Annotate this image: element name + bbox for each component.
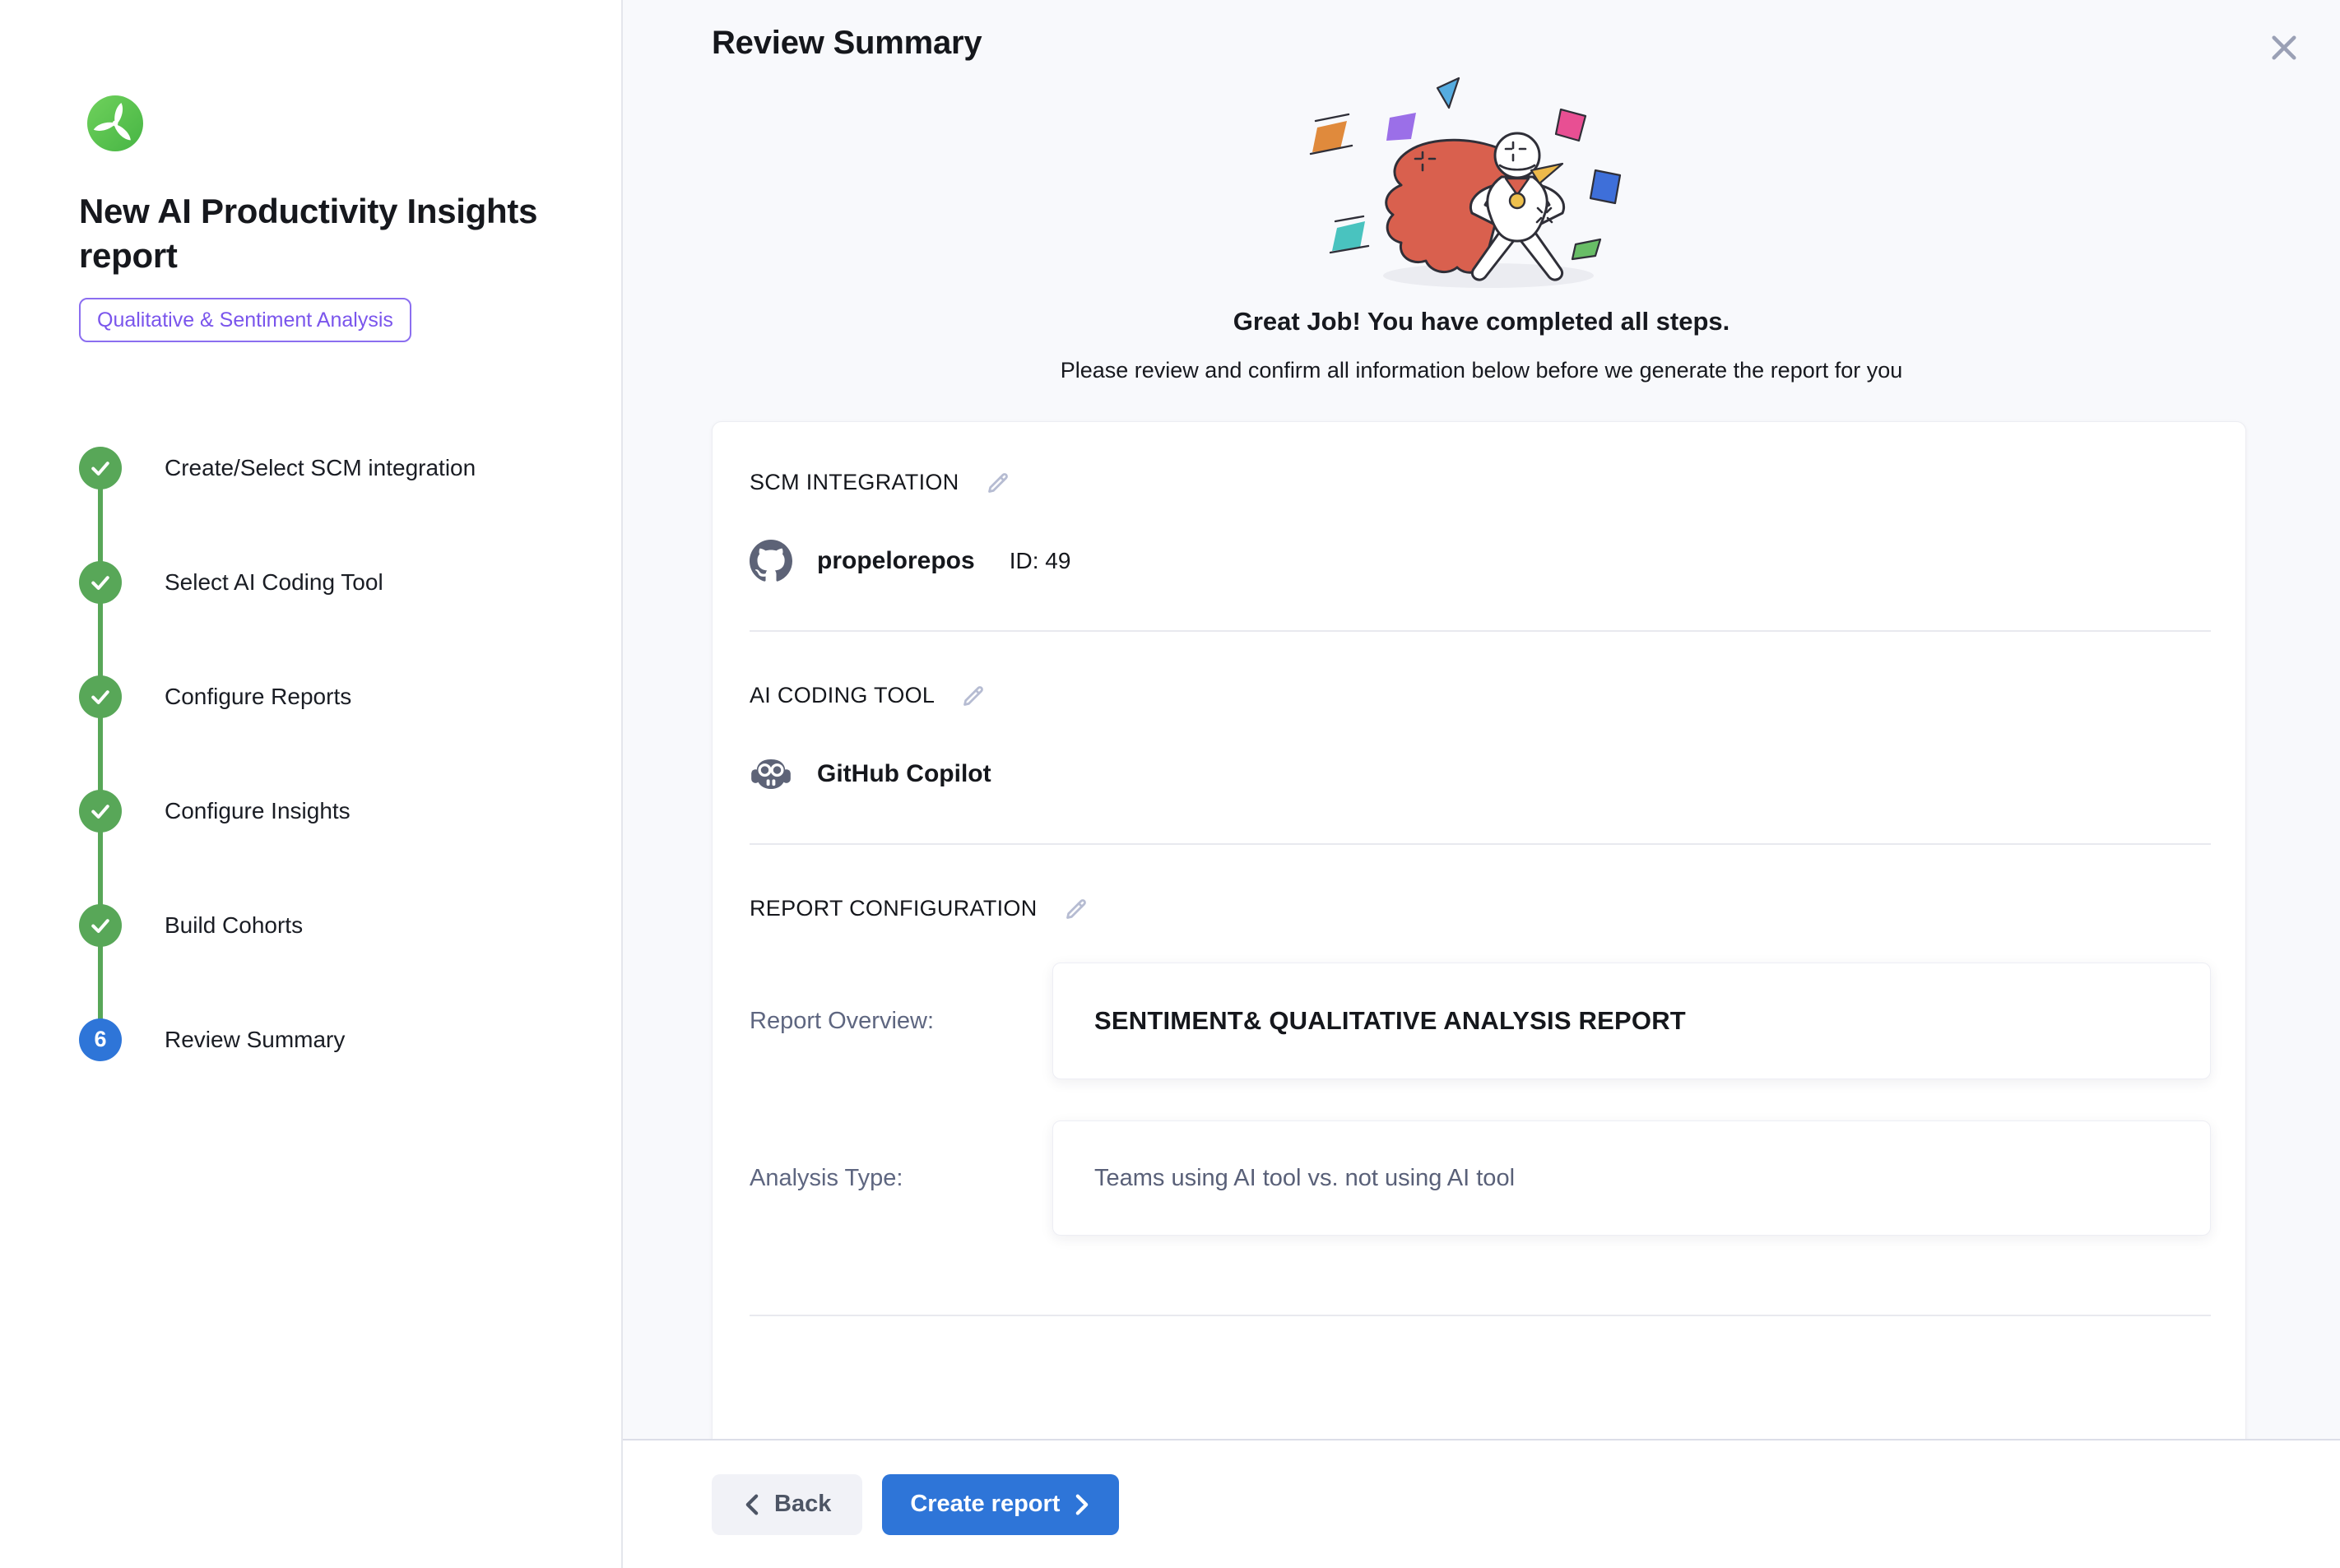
summary-card: SCM INTEGRATION propelorepos ID: 49: [712, 421, 2246, 1439]
step-number-badge: 6: [79, 1018, 122, 1061]
report-configuration-section-header: REPORT CONFIGURATION: [750, 896, 2211, 921]
github-icon: [750, 540, 792, 582]
scm-integration-name: propelorepos: [817, 547, 975, 575]
section-divider: [750, 1315, 2211, 1316]
app-window: New AI Productivity Insights report Qual…: [0, 0, 2340, 1568]
step-label: Create/Select SCM integration: [165, 455, 476, 481]
review-summary-scroll-area: Review Summary: [623, 0, 2340, 1439]
scm-integration-section-header: SCM INTEGRATION: [750, 470, 2211, 495]
chevron-right-icon: [1073, 1494, 1091, 1515]
ai-coding-tool-name: GitHub Copilot: [817, 760, 991, 788]
github-copilot-icon: [750, 753, 792, 796]
report-overview-value: SENTIMENT& QUALITATIVE ANALYSIS REPORT: [1094, 1006, 1686, 1036]
step-done-check-icon: [79, 675, 122, 718]
report-title: New AI Productivity Insights report: [79, 189, 540, 278]
completion-subheading: Please review and confirm all informatio…: [623, 358, 2340, 383]
edit-ai-coding-tool-icon[interactable]: [961, 684, 986, 708]
report-type-badge: Qualitative & Sentiment Analysis: [79, 298, 411, 342]
step-done-check-icon: [79, 447, 122, 489]
step-label: Configure Reports: [165, 684, 351, 710]
wizard-footer: Back Create report: [623, 1439, 2340, 1568]
step-review-summary-current[interactable]: 6 Review Summary: [79, 982, 588, 1097]
ai-coding-tool-section-header: AI CODING TOOL: [750, 683, 2211, 708]
ai-coding-tool-value-row: GitHub Copilot: [750, 753, 2211, 796]
propeller-logo-icon: [86, 94, 145, 153]
scm-integration-label: SCM INTEGRATION: [750, 470, 959, 495]
analysis-type-value-box: Teams using AI tool vs. not using AI too…: [1052, 1120, 2211, 1236]
back-button[interactable]: Back: [712, 1474, 862, 1535]
wizard-stepper: Create/Select SCM integration Select AI …: [79, 411, 588, 1097]
analysis-type-label: Analysis Type:: [750, 1165, 1052, 1192]
step-create-select-scm-integration[interactable]: Create/Select SCM integration: [79, 411, 588, 525]
page-title: Review Summary: [623, 0, 2340, 62]
step-done-check-icon: [79, 790, 122, 833]
create-report-button-label: Create report: [910, 1491, 1060, 1518]
step-done-check-icon: [79, 904, 122, 947]
create-report-button[interactable]: Create report: [882, 1474, 1119, 1535]
report-overview-row: Report Overview: SENTIMENT& QUALITATIVE …: [750, 963, 2211, 1079]
scm-integration-value-row: propelorepos ID: 49: [750, 540, 2211, 582]
step-configure-reports[interactable]: Configure Reports: [79, 639, 588, 754]
step-configure-insights[interactable]: Configure Insights: [79, 754, 588, 868]
chevron-left-icon: [743, 1494, 761, 1515]
celebration-illustration: [1268, 63, 1696, 302]
section-divider: [750, 843, 2211, 845]
back-button-label: Back: [774, 1491, 831, 1518]
step-label: Build Cohorts: [165, 912, 303, 939]
ai-coding-tool-label: AI CODING TOOL: [750, 683, 935, 708]
step-label: Select AI Coding Tool: [165, 569, 383, 596]
edit-scm-integration-icon[interactable]: [986, 471, 1010, 495]
completion-heading: Great Job! You have completed all steps.: [623, 307, 2340, 336]
section-divider: [750, 630, 2211, 632]
step-label: Configure Insights: [165, 798, 351, 824]
report-overview-label: Report Overview:: [750, 1008, 1052, 1035]
step-select-ai-coding-tool[interactable]: Select AI Coding Tool: [79, 525, 588, 639]
step-build-cohorts[interactable]: Build Cohorts: [79, 868, 588, 982]
step-done-check-icon: [79, 561, 122, 604]
review-summary-panel: Review Summary: [623, 0, 2340, 1568]
scm-integration-id: ID: 49: [1010, 548, 1071, 574]
report-overview-value-box: SENTIMENT& QUALITATIVE ANALYSIS REPORT: [1052, 963, 2211, 1079]
edit-report-configuration-icon[interactable]: [1064, 897, 1089, 921]
completion-hero: Great Job! You have completed all steps.…: [623, 63, 2340, 383]
step-number: 6: [94, 1027, 106, 1052]
analysis-type-value: Teams using AI tool vs. not using AI too…: [1094, 1165, 1515, 1192]
analysis-type-row: Analysis Type: Teams using AI tool vs. n…: [750, 1120, 2211, 1236]
report-configuration-label: REPORT CONFIGURATION: [750, 896, 1038, 921]
step-label: Review Summary: [165, 1027, 345, 1053]
wizard-sidebar: New AI Productivity Insights report Qual…: [0, 0, 623, 1568]
close-icon[interactable]: [2264, 28, 2304, 67]
